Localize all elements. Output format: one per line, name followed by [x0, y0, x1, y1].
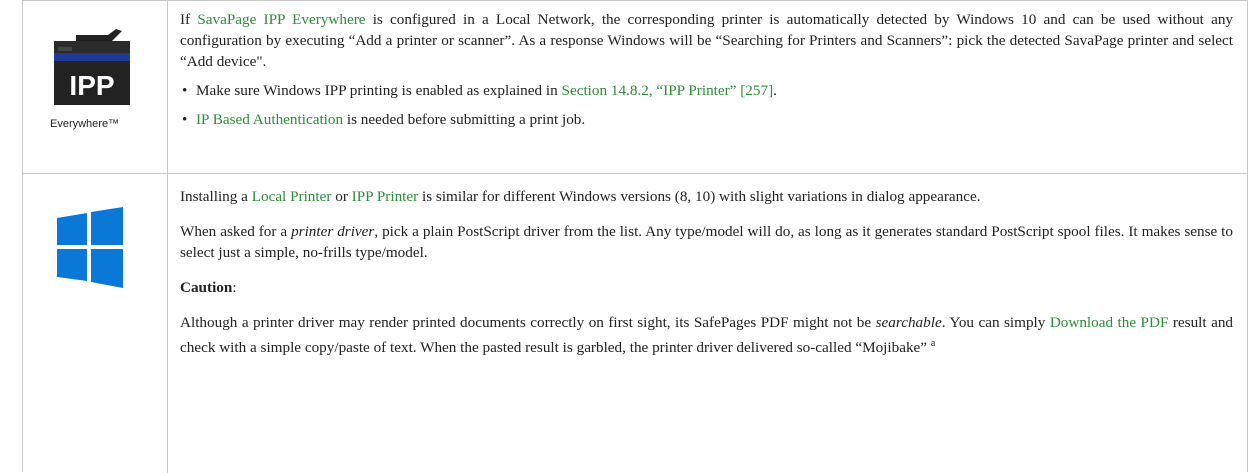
ipp-printer-link[interactable]: IPP Printer: [352, 188, 419, 205]
caution-heading: Caution:: [180, 279, 237, 296]
local-printer-link[interactable]: Local Printer: [252, 188, 332, 205]
windows-text-cell: Installing a Local Printer or IPP Printe…: [168, 174, 1247, 473]
list-item: IP Based Authentication is needed before…: [180, 109, 1233, 130]
ipp-printer-section-link[interactable]: Section 14.8.2, “IPP Printer” [257]: [562, 82, 774, 99]
ipp-logo-text: IPP: [69, 70, 114, 101]
ipp-everywhere-logo: IPP Everywhere™: [50, 29, 134, 130]
windows-row: Installing a Local Printer or IPP Printe…: [23, 174, 1247, 473]
windows-intro-paragraph: Installing a Local Printer or IPP Printe…: [180, 188, 981, 205]
ip-based-authentication-link[interactable]: IP Based Authentication: [196, 111, 343, 128]
info-table: IPP Everywhere™ If SavaPage IPP Everywhe…: [22, 0, 1248, 473]
list-item: Make sure Windows IPP printing is enable…: [180, 80, 1233, 101]
ipp-icon-cell: IPP Everywhere™: [23, 1, 168, 173]
footnote-mark[interactable]: a: [931, 338, 935, 349]
ipp-everywhere-row: IPP Everywhere™ If SavaPage IPP Everywhe…: [23, 1, 1247, 174]
ipp-everywhere-icon: IPP: [54, 29, 130, 105]
printer-driver-paragraph: When asked for a printer driver, pick a …: [180, 223, 1233, 261]
download-pdf-link[interactable]: Download the PDF: [1050, 314, 1169, 331]
windows-icon-cell: [23, 174, 168, 473]
caution-paragraph: Although a printer driver may render pri…: [180, 314, 1234, 357]
ipp-logo-caption: Everywhere™: [50, 118, 120, 130]
windows-logo-icon: [57, 207, 123, 288]
savapage-ipp-everywhere-link[interactable]: SavaPage IPP Everywhere: [197, 11, 365, 28]
ipp-bullet-list: Make sure Windows IPP printing is enable…: [180, 80, 1233, 130]
ipp-text-cell: If SavaPage IPP Everywhere is configured…: [168, 1, 1247, 173]
ipp-paragraph: If SavaPage IPP Everywhere is configured…: [180, 11, 1234, 70]
